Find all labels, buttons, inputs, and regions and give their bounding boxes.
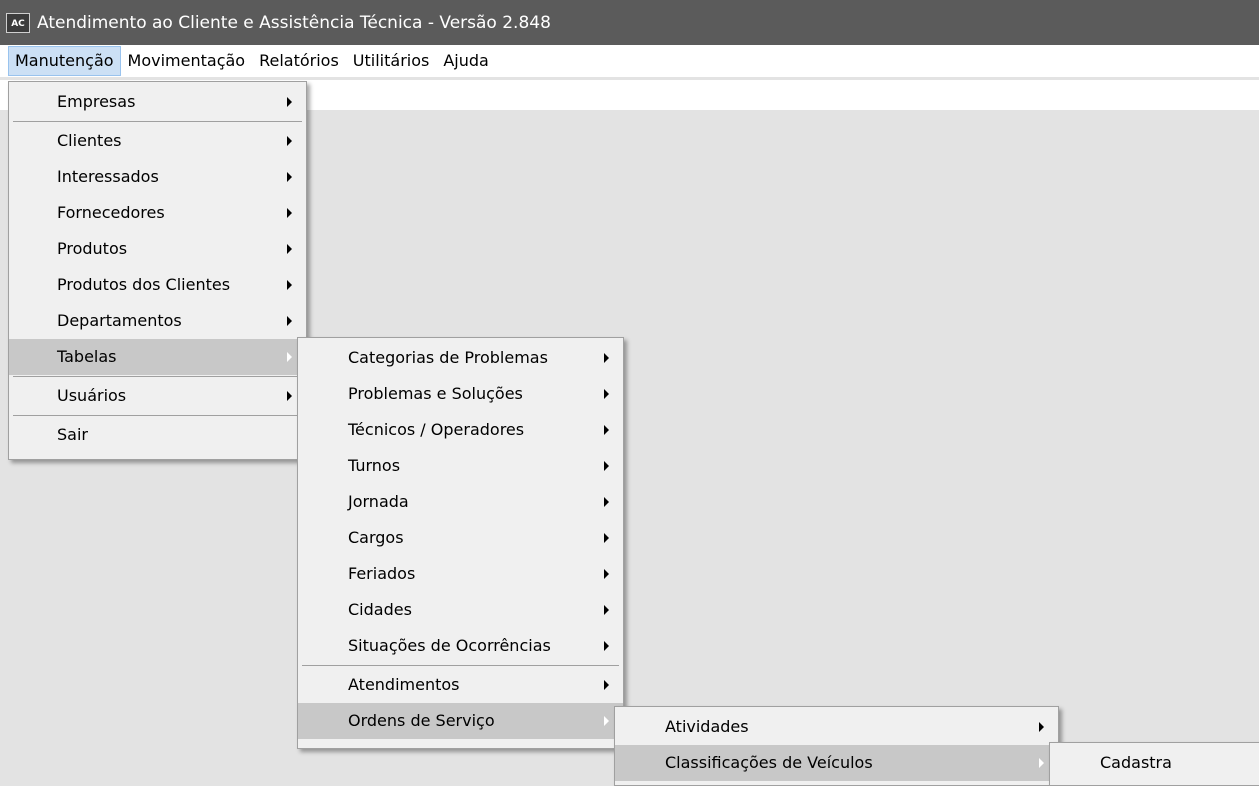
menu-manutencao: Empresas Clientes Interessados Fornecedo… bbox=[8, 81, 307, 460]
submenu-arrow-icon bbox=[604, 533, 609, 543]
menu-item-label: Turnos bbox=[348, 456, 401, 475]
submenu-arrow-icon bbox=[604, 425, 609, 435]
menu-classificacoes-de-veiculos: Cadastra bbox=[1049, 742, 1259, 786]
window-title: Atendimento ao Cliente e Assistência Téc… bbox=[37, 12, 551, 33]
menu-item-label: Cadastra bbox=[1100, 753, 1172, 772]
submenu-arrow-icon bbox=[287, 97, 292, 107]
menu-item-label: Situações de Ocorrências bbox=[348, 636, 551, 655]
menu-item-cidades[interactable]: Cidades bbox=[298, 592, 623, 628]
submenu-arrow-icon bbox=[604, 497, 609, 507]
menu-item-label: Usuários bbox=[57, 386, 127, 405]
submenu-arrow-icon bbox=[287, 352, 292, 362]
menu-item-label: Sair bbox=[57, 425, 88, 444]
menu-item-label: Categorias de Problemas bbox=[348, 348, 548, 367]
menu-item-tabelas[interactable]: Tabelas bbox=[9, 339, 306, 375]
submenu-arrow-icon bbox=[287, 244, 292, 254]
menu-item-label: Produtos dos Clientes bbox=[57, 275, 231, 294]
menu-item-sair[interactable]: Sair bbox=[9, 417, 306, 453]
menu-item-produtos-dos-clientes[interactable]: Produtos dos Clientes bbox=[9, 267, 306, 303]
submenu-arrow-icon bbox=[604, 605, 609, 615]
submenu-arrow-icon bbox=[1039, 722, 1044, 732]
menu-item-interessados[interactable]: Interessados bbox=[9, 159, 306, 195]
submenu-arrow-icon bbox=[604, 353, 609, 363]
menu-item-label: Técnicos / Operadores bbox=[348, 420, 525, 439]
submenu-arrow-icon bbox=[1039, 758, 1044, 768]
menu-item-fornecedores[interactable]: Fornecedores bbox=[9, 195, 306, 231]
menu-item-situacoes-de-ocorrencias[interactable]: Situações de Ocorrências bbox=[298, 628, 623, 664]
menubar-ajuda[interactable]: Ajuda bbox=[436, 46, 496, 76]
menu-item-label: Problemas e Soluções bbox=[348, 384, 523, 403]
menu-item-usuarios[interactable]: Usuários bbox=[9, 378, 306, 414]
menu-separator bbox=[13, 415, 302, 416]
menubar-manutencao[interactable]: Manutenção bbox=[8, 46, 121, 76]
menu-item-turnos[interactable]: Turnos bbox=[298, 448, 623, 484]
menu-item-label: Cidades bbox=[348, 600, 412, 619]
menu-separator bbox=[302, 665, 619, 666]
app-icon: AC bbox=[6, 12, 30, 33]
submenu-arrow-icon bbox=[287, 316, 292, 326]
menu-item-label: Interessados bbox=[57, 167, 159, 186]
submenu-arrow-icon bbox=[287, 208, 292, 218]
menu-item-produtos[interactable]: Produtos bbox=[9, 231, 306, 267]
menu-item-label: Clientes bbox=[57, 131, 122, 150]
menubar-movimentacao[interactable]: Movimentação bbox=[121, 46, 253, 76]
menu-item-cargos[interactable]: Cargos bbox=[298, 520, 623, 556]
menu-item-label: Departamentos bbox=[57, 311, 182, 330]
menu-item-atendimentos[interactable]: Atendimentos bbox=[298, 667, 623, 703]
title-bar: AC Atendimento ao Cliente e Assistência … bbox=[0, 0, 1259, 45]
submenu-arrow-icon bbox=[604, 569, 609, 579]
menu-item-clientes[interactable]: Clientes bbox=[9, 123, 306, 159]
menu-bar: Manutenção Movimentação Relatórios Utili… bbox=[0, 45, 1259, 77]
menu-tabelas: Categorias de Problemas Problemas e Solu… bbox=[297, 337, 624, 749]
menu-item-label: Empresas bbox=[57, 92, 136, 111]
menu-item-departamentos[interactable]: Departamentos bbox=[9, 303, 306, 339]
submenu-arrow-icon bbox=[604, 641, 609, 651]
menu-separator bbox=[13, 121, 302, 122]
submenu-arrow-icon bbox=[287, 172, 292, 182]
menu-separator bbox=[13, 376, 302, 377]
menu-item-label: Fornecedores bbox=[57, 203, 165, 222]
menu-item-label: Ordens de Serviço bbox=[348, 711, 495, 730]
menu-item-ordens-de-servico[interactable]: Ordens de Serviço bbox=[298, 703, 623, 739]
submenu-arrow-icon bbox=[287, 280, 292, 290]
submenu-arrow-icon bbox=[287, 136, 292, 146]
menu-item-label: Produtos bbox=[57, 239, 128, 258]
menu-item-label: Cargos bbox=[348, 528, 404, 547]
menu-item-label: Jornada bbox=[348, 492, 409, 511]
menu-item-feriados[interactable]: Feriados bbox=[298, 556, 623, 592]
menu-item-label: Atendimentos bbox=[348, 675, 460, 694]
menu-item-categorias-de-problemas[interactable]: Categorias de Problemas bbox=[298, 340, 623, 376]
submenu-arrow-icon bbox=[604, 716, 609, 726]
menu-item-empresas[interactable]: Empresas bbox=[9, 84, 306, 120]
menu-item-atividades[interactable]: Atividades bbox=[615, 709, 1058, 745]
menubar-utilitarios[interactable]: Utilitários bbox=[346, 46, 437, 76]
menu-item-label: Atividades bbox=[665, 717, 749, 736]
submenu-arrow-icon bbox=[604, 389, 609, 399]
menu-item-problemas-e-solucoes[interactable]: Problemas e Soluções bbox=[298, 376, 623, 412]
menubar-relatorios[interactable]: Relatórios bbox=[252, 46, 346, 76]
menu-item-label: Classificações de Veículos bbox=[665, 753, 873, 772]
menu-item-cadastra[interactable]: Cadastra bbox=[1050, 745, 1259, 781]
menu-item-label: Tabelas bbox=[57, 347, 117, 366]
submenu-arrow-icon bbox=[604, 680, 609, 690]
submenu-arrow-icon bbox=[287, 391, 292, 401]
menu-item-label: Feriados bbox=[348, 564, 416, 583]
menu-item-jornada[interactable]: Jornada bbox=[298, 484, 623, 520]
submenu-arrow-icon bbox=[604, 461, 609, 471]
menu-ordens-de-servico: Atividades Classificações de Veículos bbox=[614, 706, 1059, 786]
menu-item-classificacoes-de-veiculos[interactable]: Classificações de Veículos bbox=[615, 745, 1058, 781]
menu-item-tecnicos-operadores[interactable]: Técnicos / Operadores bbox=[298, 412, 623, 448]
